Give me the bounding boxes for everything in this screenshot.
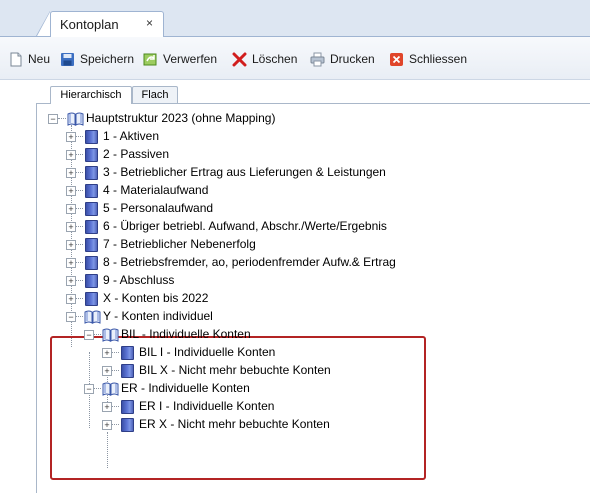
print-button[interactable]: Drucken	[310, 50, 375, 68]
tree-item-label[interactable]: BIL I - Individuelle Konten	[139, 345, 275, 359]
expand-icon[interactable]: +	[66, 168, 76, 178]
tree-item-label[interactable]: 2 - Passiven	[103, 147, 169, 161]
close-button[interactable]: Schliessen	[389, 50, 467, 68]
new-button[interactable]: Neu	[8, 50, 50, 68]
tree-line	[94, 334, 101, 335]
tree-line	[76, 280, 83, 281]
tree-line	[76, 154, 83, 155]
expand-icon[interactable]: +	[66, 240, 76, 250]
tree-item-label[interactable]: 1 - Aktiven	[103, 129, 159, 143]
closed-book-icon	[121, 418, 134, 432]
tree-line	[76, 262, 83, 263]
tree-line	[58, 118, 66, 119]
close-red-icon	[389, 52, 404, 67]
closed-book-icon	[121, 400, 134, 414]
expand-icon[interactable]: +	[66, 222, 76, 232]
expand-icon[interactable]: +	[66, 132, 76, 142]
closed-book-icon	[85, 184, 98, 198]
open-book-icon	[84, 310, 101, 324]
tree-line	[76, 208, 83, 209]
open-book-icon	[102, 382, 119, 396]
tree-line	[112, 352, 119, 353]
collapse-icon[interactable]: −	[84, 330, 94, 340]
tree-item-label[interactable]: ER I - Individuelle Konten	[139, 399, 274, 413]
expand-icon[interactable]: +	[66, 294, 76, 304]
tree-item-label[interactable]: 4 - Materialaufwand	[103, 183, 208, 197]
tree-line	[112, 370, 119, 371]
close-button-label: Schliessen	[409, 52, 468, 66]
tree-item-label[interactable]: 6 - Übriger betriebl. Aufwand, Abschr./W…	[103, 219, 387, 233]
tab-hierarchisch[interactable]: Hierarchisch	[50, 86, 132, 104]
tree-line	[76, 244, 83, 245]
expand-icon[interactable]: +	[102, 402, 112, 412]
closed-book-icon	[121, 364, 134, 378]
closed-book-icon	[85, 220, 98, 234]
save-button-label: Speichern	[80, 52, 135, 66]
expand-icon[interactable]: +	[66, 150, 76, 160]
tree-line	[76, 190, 83, 191]
toolbar: Neu Speichern Verwerfen Löschen Drucken …	[0, 37, 590, 80]
closed-book-icon	[85, 202, 98, 216]
new-document-icon	[8, 52, 23, 67]
tree-root-label[interactable]: Hauptstruktur 2023 (ohne Mapping)	[86, 111, 275, 125]
view-tabs: Hierarchisch Flach	[36, 86, 590, 104]
tree-item-label[interactable]: 8 - Betriebsfremder, ao, periodenfremder…	[103, 255, 396, 269]
tree-line	[94, 388, 101, 389]
discard-refresh-icon	[143, 52, 158, 67]
closed-book-icon	[85, 274, 98, 288]
closed-book-icon	[85, 166, 98, 180]
tree-line	[76, 172, 83, 173]
tab-close-icon[interactable]: ×	[146, 16, 153, 30]
collapse-icon[interactable]: −	[48, 114, 58, 124]
expand-icon[interactable]: +	[102, 420, 112, 430]
collapse-icon[interactable]: −	[66, 312, 76, 322]
document-tab-strip: Kontoplan ×	[0, 0, 590, 37]
print-button-label: Drucken	[330, 52, 375, 66]
expand-icon[interactable]: +	[66, 258, 76, 268]
tree-item-label[interactable]: 3 - Betrieblicher Ertrag aus Lieferungen…	[103, 165, 386, 179]
closed-book-icon	[85, 292, 98, 306]
tree-item-label[interactable]: X - Konten bis 2022	[103, 291, 208, 305]
closed-book-icon	[85, 130, 98, 144]
expand-icon[interactable]: +	[102, 366, 112, 376]
save-button[interactable]: Speichern	[60, 50, 134, 68]
collapse-icon[interactable]: −	[84, 384, 94, 394]
delete-button[interactable]: Löschen	[232, 50, 297, 68]
closed-book-icon	[85, 256, 98, 270]
save-disk-icon	[60, 52, 75, 67]
tree-line	[76, 298, 83, 299]
tab-kontoplan[interactable]: Kontoplan ×	[50, 11, 164, 37]
tree-line	[112, 406, 119, 407]
tree-line	[112, 424, 119, 425]
tree-item-label[interactable]: 5 - Personalaufwand	[103, 201, 213, 215]
tree-line	[76, 316, 83, 317]
tab-kontoplan-label: Kontoplan	[60, 17, 119, 32]
closed-book-icon	[85, 238, 98, 252]
new-button-label: Neu	[28, 52, 51, 66]
expand-icon[interactable]: +	[66, 186, 76, 196]
tree-line	[76, 226, 83, 227]
discard-button-label: Verwerfen	[163, 52, 218, 66]
tree-item-label[interactable]: Y - Konten individuel	[103, 309, 213, 323]
tree-item-label[interactable]: ER X - Nicht mehr bebuchte Konten	[139, 417, 330, 431]
tree-item-label[interactable]: 7 - Betrieblicher Nebenerfolg	[103, 237, 256, 251]
expand-icon[interactable]: +	[66, 204, 76, 214]
tree-item-label[interactable]: ER - Individuelle Konten	[121, 381, 250, 395]
open-book-icon	[67, 112, 84, 126]
expand-icon[interactable]: +	[102, 348, 112, 358]
closed-book-icon	[121, 346, 134, 360]
tree-item-label[interactable]: BIL - Individuelle Konten	[121, 327, 251, 341]
tab-flach[interactable]: Flach	[132, 86, 178, 103]
open-book-icon	[102, 328, 119, 342]
tree-item-label[interactable]: 9 - Abschluss	[103, 273, 174, 287]
discard-button[interactable]: Verwerfen	[143, 50, 217, 68]
doc-tab-edge-fill	[37, 12, 50, 36]
expand-icon[interactable]: +	[66, 276, 76, 286]
closed-book-icon	[85, 148, 98, 162]
delete-button-label: Löschen	[252, 52, 298, 66]
tree-item-label[interactable]: BIL X - Nicht mehr bebuchte Konten	[139, 363, 331, 377]
delete-x-icon	[232, 52, 247, 67]
printer-icon	[310, 52, 325, 67]
tree-line	[76, 136, 83, 137]
